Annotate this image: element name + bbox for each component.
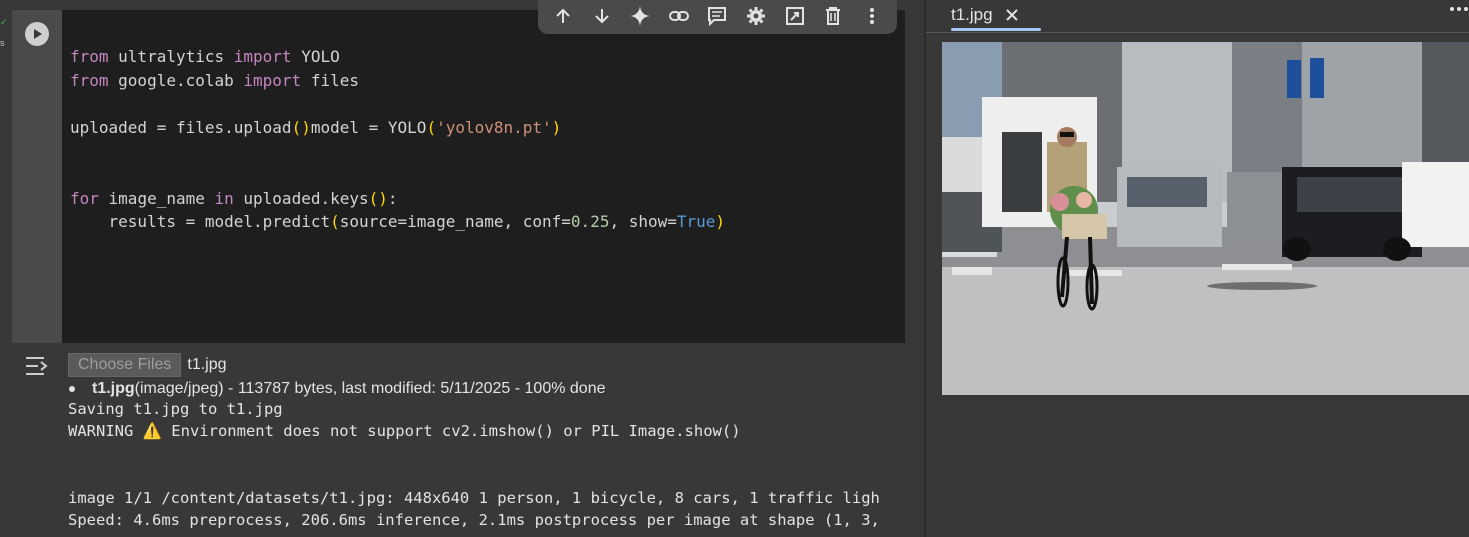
code-line-7: model = YOLO('yolov8n.pt')	[311, 118, 561, 137]
number-literal: 0.25	[570, 212, 610, 232]
bracket: )	[715, 212, 726, 232]
choose-files-button[interactable]: Choose Files	[68, 353, 182, 377]
street-photo	[942, 42, 1469, 395]
bracket: (	[330, 212, 340, 232]
viewer-tab-bar: t1.jpg	[926, 0, 1469, 33]
uploaded-file-detail: (image/jpeg) - 113787 bytes, last modifi…	[134, 380, 606, 397]
code-token: source=image_name, conf=	[339, 212, 571, 232]
output-content: Choose Files t1.jpg t1.jpg (image/jpeg) -…	[68, 353, 905, 532]
cell-rail	[12, 10, 62, 343]
keyword: in	[214, 188, 234, 208]
code-token: , show=	[609, 212, 677, 232]
bracket: )	[301, 117, 311, 137]
saving-line: Saving t1.jpg to t1.jpg	[68, 400, 283, 418]
code-token: google.colab	[108, 70, 244, 90]
code-line-2: from google.colab import files	[70, 71, 359, 90]
warning-icon: ⚠️	[142, 422, 162, 441]
success-check-icon: ✓	[0, 18, 8, 28]
bracket: )	[551, 117, 562, 137]
trash-icon[interactable]	[819, 2, 847, 30]
keyword: for	[70, 188, 99, 208]
close-icon[interactable]	[1005, 8, 1019, 22]
list-bullet	[69, 386, 75, 392]
detection-line: image 1/1 /content/datasets/t1.jpg: 448x…	[68, 488, 880, 507]
code-line-1: from ultralytics import YOLO	[70, 47, 340, 66]
code-token: files	[301, 70, 359, 90]
uploaded-file-name: t1.jpg	[92, 380, 135, 397]
open-in-tab-icon[interactable]	[781, 2, 809, 30]
code-cell: from ultralytics import YOLO from google…	[12, 0, 905, 537]
run-cell-button[interactable]	[25, 22, 49, 46]
code-editor[interactable]: from ultralytics import YOLO from google…	[62, 10, 905, 343]
more-vert-icon[interactable]	[858, 2, 886, 30]
keyword: from	[70, 70, 109, 90]
chosen-file-name: t1.jpg	[187, 356, 227, 373]
warning-line: WARNING ⚠️ Environment does not support …	[68, 420, 905, 442]
link-icon[interactable]	[665, 2, 693, 30]
active-tab-indicator	[951, 28, 1041, 31]
file-upload-row: Choose Files t1.jpg	[68, 353, 905, 377]
uploaded-file-entry: t1.jpg (image/jpeg) - 113787 bytes, last …	[68, 380, 905, 398]
code-token: model = YOLO	[310, 117, 427, 137]
arrow-up-icon[interactable]	[549, 2, 577, 30]
code-text[interactable]: from ultralytics import YOLO from google…	[70, 45, 725, 234]
code-token: image_name	[98, 188, 215, 208]
keyword: import	[243, 70, 302, 90]
code-line-4: uploaded = files.upload()	[70, 118, 311, 137]
code-token: uploaded.keys	[233, 188, 369, 208]
keyword: from	[70, 47, 109, 66]
more-horiz-icon[interactable]	[1445, 0, 1469, 18]
gear-icon[interactable]	[742, 2, 770, 30]
warning-text: Environment does not support cv2.imshow(…	[161, 422, 741, 441]
sparkle-icon[interactable]	[626, 2, 654, 30]
code-line-11: results = model.predict(source=image_nam…	[70, 212, 726, 232]
left-gutter: ✓ s	[0, 0, 12, 537]
output-actions-icon[interactable]	[24, 355, 50, 377]
cell-output: Choose Files t1.jpg t1.jpg (image/jpeg) -…	[12, 343, 905, 537]
tab-title: t1.jpg	[951, 5, 993, 24]
boolean-literal: True	[676, 212, 716, 232]
uploaded-image-preview	[942, 42, 1469, 395]
code-line-10: for image_name in uploaded.keys():	[70, 189, 398, 208]
bracket: ()	[368, 188, 388, 208]
keyword: import	[233, 47, 292, 66]
warning-prefix: WARNING	[68, 422, 143, 441]
bracket: (	[291, 117, 302, 137]
string-literal: 'yolov8n.pt'	[436, 117, 552, 137]
code-token: :	[387, 188, 398, 208]
cell-toolbar	[538, 0, 897, 34]
code-token: uploaded = files.upload	[70, 117, 292, 137]
tab-t1-jpg[interactable]: t1.jpg	[951, 0, 1019, 30]
speed-line: Speed: 4.6ms preprocess, 206.6ms inferen…	[68, 511, 880, 530]
bracket: (	[426, 117, 437, 137]
play-icon	[34, 29, 42, 39]
code-token: ultralytics	[108, 47, 234, 66]
gutter-label: s	[0, 38, 5, 48]
code-token: results = model.predict	[70, 212, 331, 232]
image-viewer-pane: t1.jpg	[926, 0, 1469, 537]
arrow-down-icon[interactable]	[588, 2, 616, 30]
comment-icon[interactable]	[703, 2, 731, 30]
code-token: YOLO	[291, 47, 340, 66]
